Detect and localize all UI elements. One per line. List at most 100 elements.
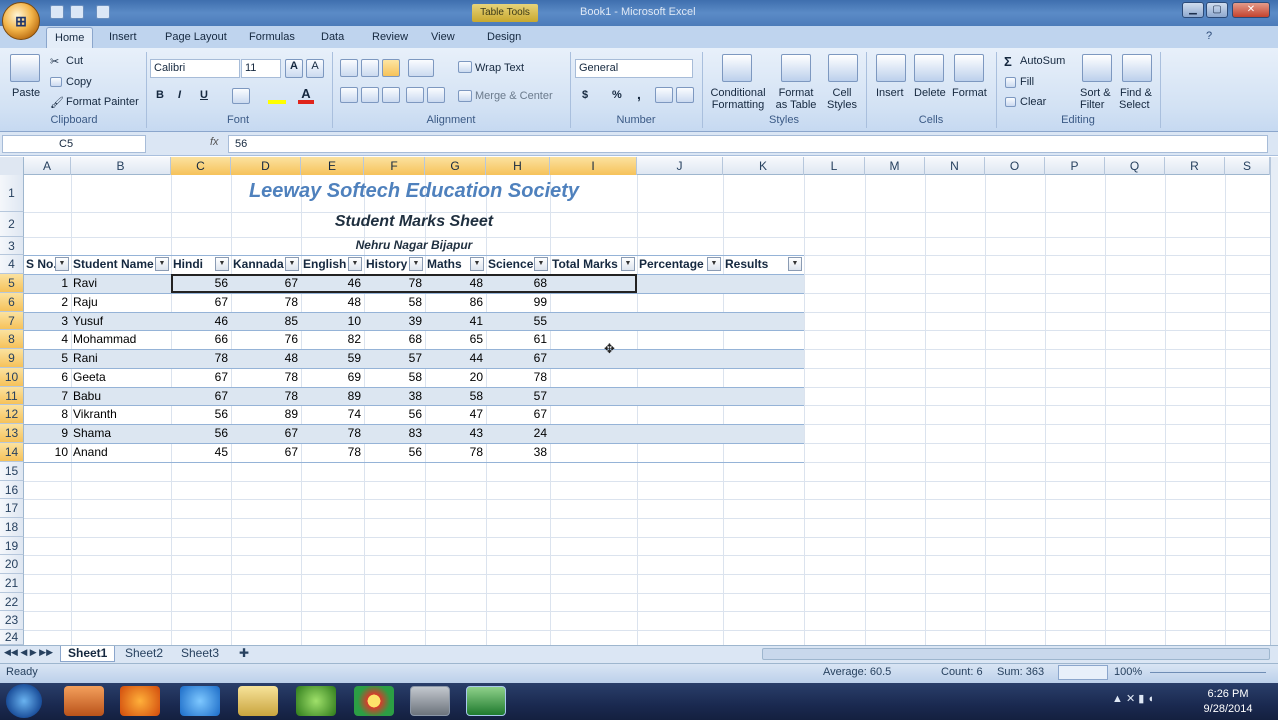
marks-cell[interactable]: 65 [425, 330, 486, 348]
row-header-20[interactable]: 20 [0, 555, 24, 574]
wrap-text-button[interactable]: Wrap Text [475, 62, 524, 74]
row-header-7[interactable]: 7 [0, 312, 24, 330]
column-header-n[interactable]: N [925, 157, 985, 175]
sheet-tab-sheet1[interactable]: Sheet1 [60, 646, 116, 662]
marks-cell[interactable]: 74 [301, 405, 364, 423]
conditional-formatting-icon[interactable] [722, 54, 752, 82]
marks-cell[interactable]: 24 [486, 424, 550, 442]
marks-cell[interactable]: 78 [301, 424, 364, 442]
student-name-cell[interactable]: Shama [71, 424, 171, 442]
marks-cell[interactable]: 78 [231, 368, 301, 386]
column-header-c[interactable]: C [171, 157, 231, 175]
marks-cell[interactable]: 69 [301, 368, 364, 386]
marks-cell[interactable]: 39 [364, 312, 425, 330]
student-name-cell[interactable]: Mohammad [71, 330, 171, 348]
total-marks-cell[interactable] [550, 293, 637, 311]
tab-design[interactable]: Design [479, 27, 529, 48]
filter-dropdown-icon[interactable]: ▼ [348, 257, 362, 271]
marks-cell[interactable]: 89 [301, 387, 364, 405]
filter-dropdown-icon[interactable]: ▼ [788, 257, 802, 271]
row-header-5[interactable]: 5 [0, 274, 24, 293]
student-name-cell[interactable]: Geeta [71, 368, 171, 386]
merge-center-button[interactable]: Merge & Center [475, 90, 553, 102]
bold-button[interactable]: B [156, 89, 164, 101]
marks-cell[interactable]: 99 [486, 293, 550, 311]
student-name-cell[interactable]: Babu [71, 387, 171, 405]
find-select-button-line2[interactable]: Select [1119, 99, 1150, 111]
marks-cell[interactable]: 57 [486, 387, 550, 405]
font-color-icon[interactable]: A [298, 86, 314, 104]
filter-dropdown-icon[interactable]: ▼ [55, 257, 69, 271]
column-header-p[interactable]: P [1045, 157, 1105, 175]
align-middle-icon[interactable] [361, 59, 379, 77]
vertical-scrollbar[interactable] [1270, 157, 1278, 645]
row-header-3[interactable]: 3 [0, 237, 24, 255]
help-icon[interactable]: ? [1206, 30, 1212, 42]
insert-sheet-icon[interactable]: ✚ [232, 646, 256, 662]
excel-taskbar-icon[interactable] [466, 686, 506, 716]
percent-button[interactable]: % [612, 89, 622, 101]
screen-recorder-icon[interactable] [410, 686, 450, 716]
italic-button[interactable]: I [178, 89, 181, 101]
borders-icon[interactable] [232, 88, 250, 104]
row-header-2[interactable]: 2 [0, 212, 24, 237]
row-header-15[interactable]: 15 [0, 462, 24, 481]
total-marks-cell[interactable] [550, 443, 637, 461]
marks-cell[interactable]: 56 [364, 443, 425, 461]
conditional-formatting-button-line2[interactable]: Formatting [707, 99, 769, 111]
marks-cell[interactable]: 67 [231, 443, 301, 461]
sheet-tab-sheet2[interactable]: Sheet2 [118, 646, 170, 662]
format-cells-icon[interactable] [954, 54, 984, 82]
table-header-kannada[interactable]: Kannada [231, 255, 285, 273]
percentage-cell[interactable] [637, 349, 723, 367]
row-header-13[interactable]: 13 [0, 424, 24, 443]
row-header-16[interactable]: 16 [0, 481, 24, 499]
wrap-text-icon[interactable] [458, 61, 472, 73]
marks-cell[interactable]: 67 [171, 387, 231, 405]
font-size-combo[interactable]: 11 [241, 59, 281, 78]
filter-dropdown-icon[interactable]: ▼ [155, 257, 169, 271]
row-header-19[interactable]: 19 [0, 537, 24, 555]
marks-cell[interactable]: 85 [231, 312, 301, 330]
start-button[interactable] [6, 684, 42, 718]
cell-styles-button-line2[interactable]: Styles [820, 99, 864, 111]
conditional-formatting-button[interactable]: Conditional [709, 87, 767, 99]
fill-icon[interactable] [1005, 77, 1016, 88]
filter-dropdown-icon[interactable]: ▼ [215, 257, 229, 271]
total-marks-cell[interactable] [550, 387, 637, 405]
marks-cell[interactable]: 48 [301, 293, 364, 311]
format-cells-button[interactable]: Format [952, 87, 987, 99]
undo-icon[interactable] [70, 5, 84, 19]
align-right-icon[interactable] [382, 87, 400, 103]
filter-dropdown-icon[interactable]: ▼ [470, 257, 484, 271]
row-header-18[interactable]: 18 [0, 518, 24, 537]
marks-cell[interactable]: 46 [171, 312, 231, 330]
serial-number-cell[interactable]: 5 [24, 349, 71, 367]
clock-date[interactable]: 9/28/2014 [1200, 703, 1256, 715]
firefox-icon[interactable] [120, 686, 160, 716]
sheet-tab-sheet3[interactable]: Sheet3 [174, 646, 226, 662]
marks-cell[interactable]: 38 [364, 387, 425, 405]
student-name-cell[interactable]: Rani [71, 349, 171, 367]
marks-cell[interactable]: 58 [425, 387, 486, 405]
clear-button[interactable]: Clear [1020, 96, 1046, 108]
student-name-cell[interactable]: Yusuf [71, 312, 171, 330]
fill-color-icon[interactable] [268, 88, 286, 104]
marks-cell[interactable]: 67 [171, 368, 231, 386]
filter-dropdown-icon[interactable]: ▼ [409, 257, 423, 271]
result-cell[interactable] [723, 387, 804, 405]
find-select-button[interactable]: Find & [1120, 87, 1152, 99]
table-header-student-name[interactable]: Student Name [71, 255, 155, 273]
row-header-6[interactable]: 6 [0, 293, 24, 312]
font-name-combo[interactable]: Calibri [150, 59, 240, 78]
sheet-location[interactable]: Nehru Nagar Bijapur [24, 238, 804, 252]
align-center-icon[interactable] [361, 87, 379, 103]
row-header-9[interactable]: 9 [0, 349, 24, 368]
marks-cell[interactable]: 68 [364, 330, 425, 348]
insert-cells-button[interactable]: Insert [876, 87, 904, 99]
marks-cell[interactable]: 59 [301, 349, 364, 367]
format-as-table-button[interactable]: Format [772, 87, 820, 99]
autosum-button[interactable]: AutoSum [1020, 55, 1065, 67]
tab-formulas[interactable]: Formulas [241, 27, 303, 48]
marks-cell[interactable]: 57 [364, 349, 425, 367]
